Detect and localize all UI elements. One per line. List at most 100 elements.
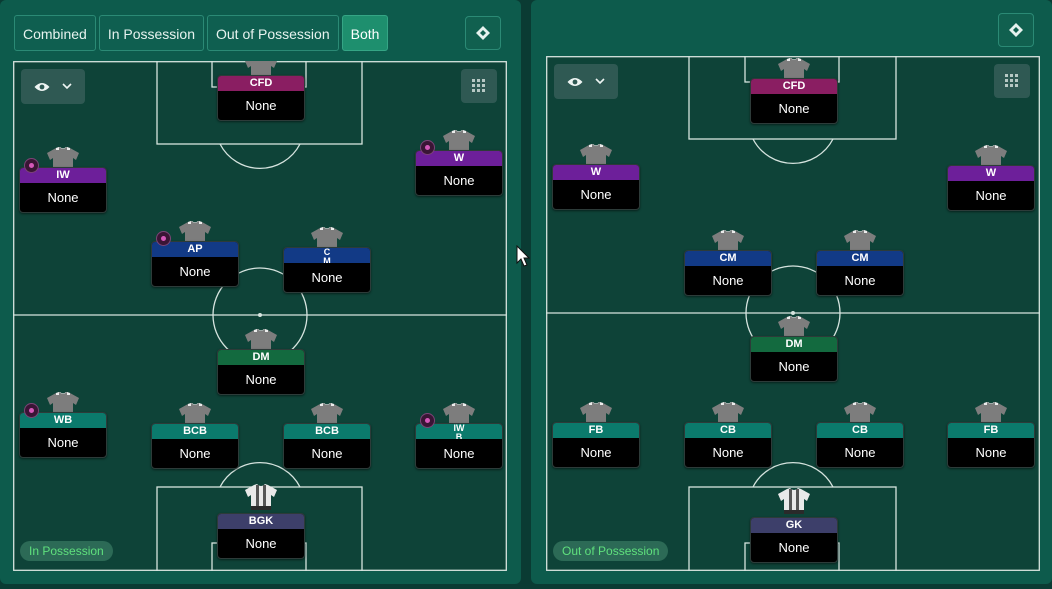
player-slot-bcb-right[interactable]: BCB None: [283, 403, 371, 469]
player-slot-w-right[interactable]: W None: [947, 145, 1035, 211]
duty-label: None: [311, 446, 343, 461]
familiarity-dot-icon: [24, 403, 39, 418]
duty-label: None: [443, 173, 475, 188]
player-card: W None: [947, 165, 1035, 211]
player-slot-fb-right[interactable]: FB None: [947, 402, 1035, 468]
familiarity-dot-icon: [420, 413, 435, 428]
duty-label: None: [844, 445, 876, 460]
view-options-button[interactable]: [21, 69, 85, 104]
grid-icon: [1005, 74, 1018, 87]
tab-in-possession[interactable]: In Possession: [98, 15, 204, 51]
player-slot-cfd[interactable]: CFD None: [217, 61, 305, 121]
player-slot-cm-left[interactable]: CM None: [684, 230, 772, 296]
player-slot-w-left[interactable]: W None: [552, 144, 640, 210]
player-card: BCB None: [283, 423, 371, 469]
player-card: WB None: [19, 412, 107, 458]
player-card: DM None: [217, 349, 305, 395]
player-card: CFD None: [750, 78, 838, 124]
player-card: FB None: [552, 422, 640, 468]
player-card: CB None: [816, 422, 904, 468]
role-label: DM: [218, 350, 304, 365]
layout-toggle-button[interactable]: [461, 69, 497, 103]
grid-icon: [472, 79, 485, 92]
tactics-menu-button[interactable]: [465, 16, 501, 50]
duty-label: None: [778, 359, 810, 374]
duty-label: None: [975, 188, 1007, 203]
tactics-menu-button[interactable]: [998, 13, 1034, 47]
role-label: CFD: [751, 79, 837, 94]
player-slot-fb-left[interactable]: FB None: [552, 402, 640, 468]
duty-label: None: [47, 190, 79, 205]
player-card: IW None: [19, 167, 107, 213]
tab-combined[interactable]: Combined: [14, 15, 96, 51]
role-label: CB: [817, 423, 903, 438]
goalkeeper-shirt-icon: [244, 481, 278, 513]
role-label: GK: [751, 518, 837, 533]
role-label: FB: [948, 423, 1034, 438]
role-label: BCB: [284, 424, 370, 439]
role-label: CFD: [218, 76, 304, 91]
duty-label: None: [712, 273, 744, 288]
player-slot-iw[interactable]: IW None: [19, 147, 107, 213]
duty-label: None: [311, 270, 343, 285]
role-label: CM: [685, 251, 771, 266]
eye-icon: [567, 77, 583, 86]
familiarity-dot-icon: [156, 231, 171, 246]
phase-badge: In Possession: [20, 541, 113, 561]
player-slot-cb-right[interactable]: CB None: [816, 402, 904, 468]
tab-both[interactable]: Both: [341, 15, 389, 51]
duty-label: None: [712, 445, 744, 460]
player-card: CM None: [684, 250, 772, 296]
player-slot-cb-left[interactable]: CB None: [684, 402, 772, 468]
duty-label: None: [778, 101, 810, 116]
duty-label: None: [179, 264, 211, 279]
phase-tab-bar: Combined In Possession Out of Possession…: [14, 15, 389, 51]
player-slot-cfd[interactable]: CFD None: [750, 58, 838, 124]
player-slot-dm[interactable]: DM None: [217, 329, 305, 395]
player-slot-bcb-left[interactable]: BCB None: [151, 403, 239, 469]
role-label: FB: [553, 423, 639, 438]
role-label: W: [553, 165, 639, 180]
role-label: BCB: [152, 424, 238, 439]
view-options-button[interactable]: [554, 64, 618, 99]
player-card: GK None: [750, 517, 838, 563]
player-slot-bgk[interactable]: BGK None: [217, 481, 305, 559]
layout-toggle-button[interactable]: [994, 64, 1030, 98]
duty-label: None: [580, 187, 612, 202]
duty-label: None: [179, 446, 211, 461]
chevron-down-icon: [62, 83, 72, 90]
diamond-icon: [476, 26, 490, 40]
role-label: BGK: [218, 514, 304, 529]
duty-label: None: [778, 540, 810, 555]
eye-icon: [34, 82, 50, 91]
tab-out-of-possession[interactable]: Out of Possession: [207, 15, 339, 51]
familiarity-dot-icon: [24, 158, 39, 173]
player-card: BGK None: [217, 513, 305, 559]
player-slot-gk[interactable]: GK None: [750, 485, 838, 563]
phase-badge: Out of Possession: [553, 541, 669, 561]
chevron-down-icon: [595, 78, 605, 85]
goalkeeper-shirt-icon: [777, 485, 811, 517]
player-slot-dm[interactable]: DM None: [750, 316, 838, 382]
player-slot-wb[interactable]: WB None: [19, 392, 107, 458]
player-card: FB None: [947, 422, 1035, 468]
player-card: CFD None: [217, 75, 305, 121]
player-card: IW B None: [415, 423, 503, 469]
duty-label: None: [47, 435, 79, 450]
player-card: W None: [552, 164, 640, 210]
player-slot-cm[interactable]: C M None: [283, 227, 371, 293]
duty-label: None: [245, 372, 277, 387]
duty-label: None: [245, 536, 277, 551]
role-label: CB: [685, 423, 771, 438]
role-label: CM: [817, 251, 903, 266]
player-card: CM None: [816, 250, 904, 296]
player-card: CB None: [684, 422, 772, 468]
duty-label: None: [443, 446, 475, 461]
player-card: C M None: [283, 247, 371, 293]
role-label: C M: [284, 248, 370, 263]
mouse-cursor-icon: [516, 245, 530, 267]
player-slot-cm-right[interactable]: CM None: [816, 230, 904, 296]
role-label: W: [948, 166, 1034, 181]
role-label: DM: [751, 337, 837, 352]
duty-label: None: [975, 445, 1007, 460]
